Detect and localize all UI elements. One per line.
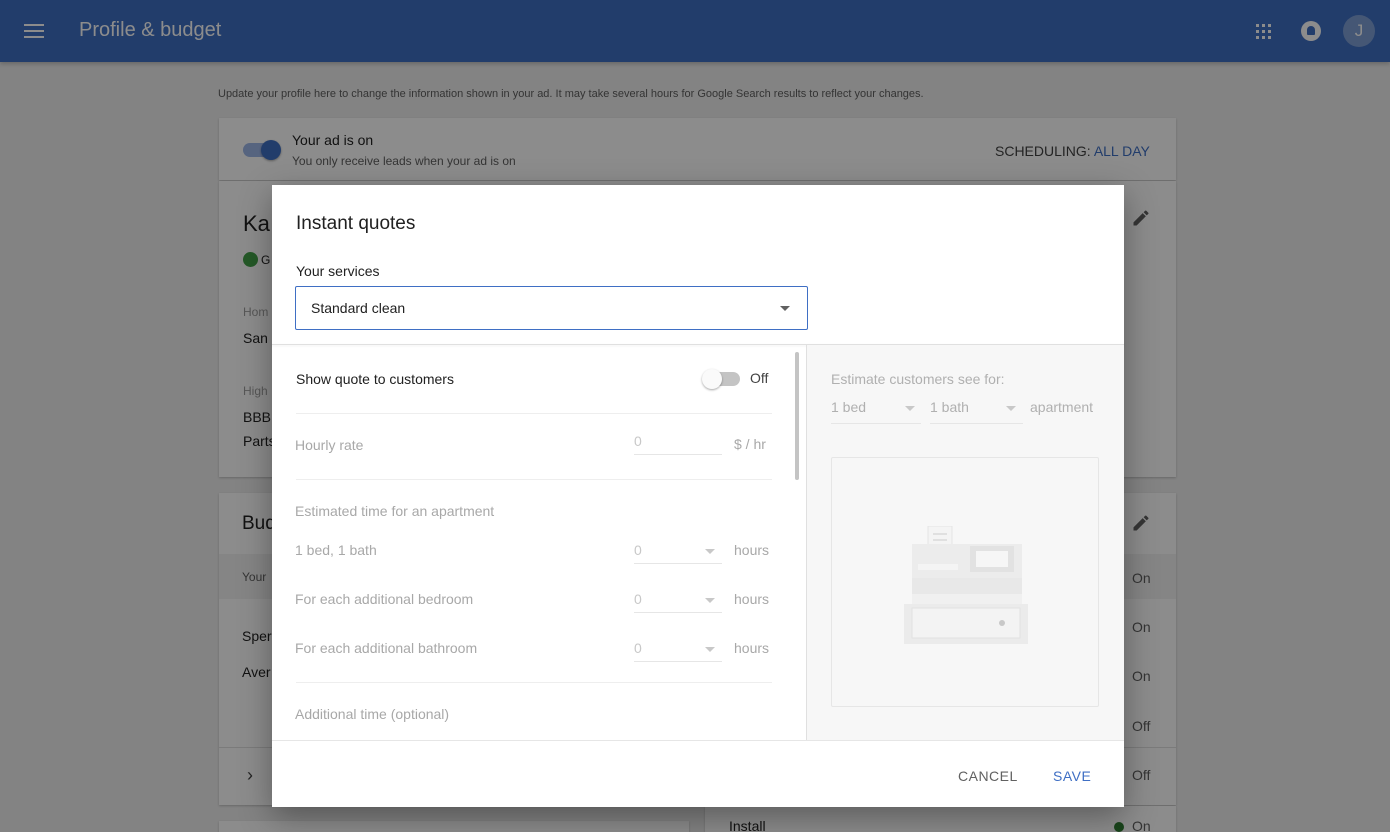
show-quote-toggle[interactable] bbox=[702, 369, 740, 389]
estimated-time-heading: Estimated time for an apartment bbox=[295, 503, 495, 519]
time-unit: hours bbox=[734, 591, 770, 607]
service-select[interactable]: Standard clean bbox=[295, 286, 808, 330]
dropdown-caret-icon bbox=[780, 306, 790, 311]
dropdown-caret-icon bbox=[705, 598, 715, 603]
row-divider bbox=[296, 479, 772, 480]
additional-time-heading: Additional time (optional) bbox=[295, 706, 450, 722]
dropdown-caret-icon bbox=[1006, 406, 1016, 411]
baths-select[interactable]: 1 bath bbox=[930, 392, 1023, 424]
time-select-value: 0 bbox=[634, 591, 642, 607]
time-row-label: For each additional bedroom bbox=[295, 591, 474, 607]
time-unit: hours bbox=[734, 640, 770, 656]
dialog-footer: CANCEL SAVE bbox=[272, 740, 1124, 807]
row-divider bbox=[296, 413, 772, 414]
row-divider bbox=[296, 682, 772, 683]
dropdown-caret-icon bbox=[905, 406, 915, 411]
service-select-value: Standard clean bbox=[311, 300, 406, 316]
beds-select-value: 1 bed bbox=[831, 399, 867, 415]
scrollbar[interactable] bbox=[795, 352, 799, 480]
dropdown-caret-icon bbox=[705, 549, 715, 554]
time-select[interactable]: 0 bbox=[634, 638, 722, 662]
time-select-value: 0 bbox=[634, 640, 642, 656]
estimate-property-type: apartment bbox=[1030, 399, 1094, 415]
show-quote-state: Off bbox=[750, 370, 769, 386]
quote-settings-pane[interactable]: Show quote to customers Off Hourly rate … bbox=[272, 345, 806, 740]
hourly-rate-input[interactable]: 0 bbox=[634, 431, 722, 455]
hourly-rate-label: Hourly rate bbox=[295, 437, 364, 453]
save-button[interactable]: SAVE bbox=[1053, 768, 1091, 784]
show-quote-label: Show quote to customers bbox=[296, 371, 454, 387]
services-label: Your services bbox=[296, 263, 380, 279]
estimate-preview-pane: Estimate customers see for: 1 bed 1 bath… bbox=[807, 345, 1124, 740]
instant-quotes-dialog: Instant quotes Your services Standard cl… bbox=[272, 185, 1124, 807]
baths-select-value: 1 bath bbox=[930, 399, 969, 415]
estimate-label: Estimate customers see for: bbox=[831, 371, 1005, 387]
time-select[interactable]: 0 bbox=[634, 540, 722, 564]
cash-register-icon bbox=[904, 526, 1028, 644]
time-unit: hours bbox=[734, 542, 770, 558]
quote-preview-box bbox=[831, 457, 1099, 707]
cancel-button[interactable]: CANCEL bbox=[958, 768, 1018, 784]
dropdown-caret-icon bbox=[705, 647, 715, 652]
time-row-label: For each additional bathroom bbox=[295, 640, 478, 656]
time-row-label: 1 bed, 1 bath bbox=[295, 542, 377, 558]
hourly-rate-value: 0 bbox=[634, 433, 642, 449]
time-select-value: 0 bbox=[634, 542, 642, 558]
dialog-title: Instant quotes bbox=[296, 213, 416, 234]
hourly-rate-unit: $ / hr bbox=[734, 436, 766, 452]
beds-select[interactable]: 1 bed bbox=[831, 392, 921, 424]
time-select[interactable]: 0 bbox=[634, 589, 722, 613]
